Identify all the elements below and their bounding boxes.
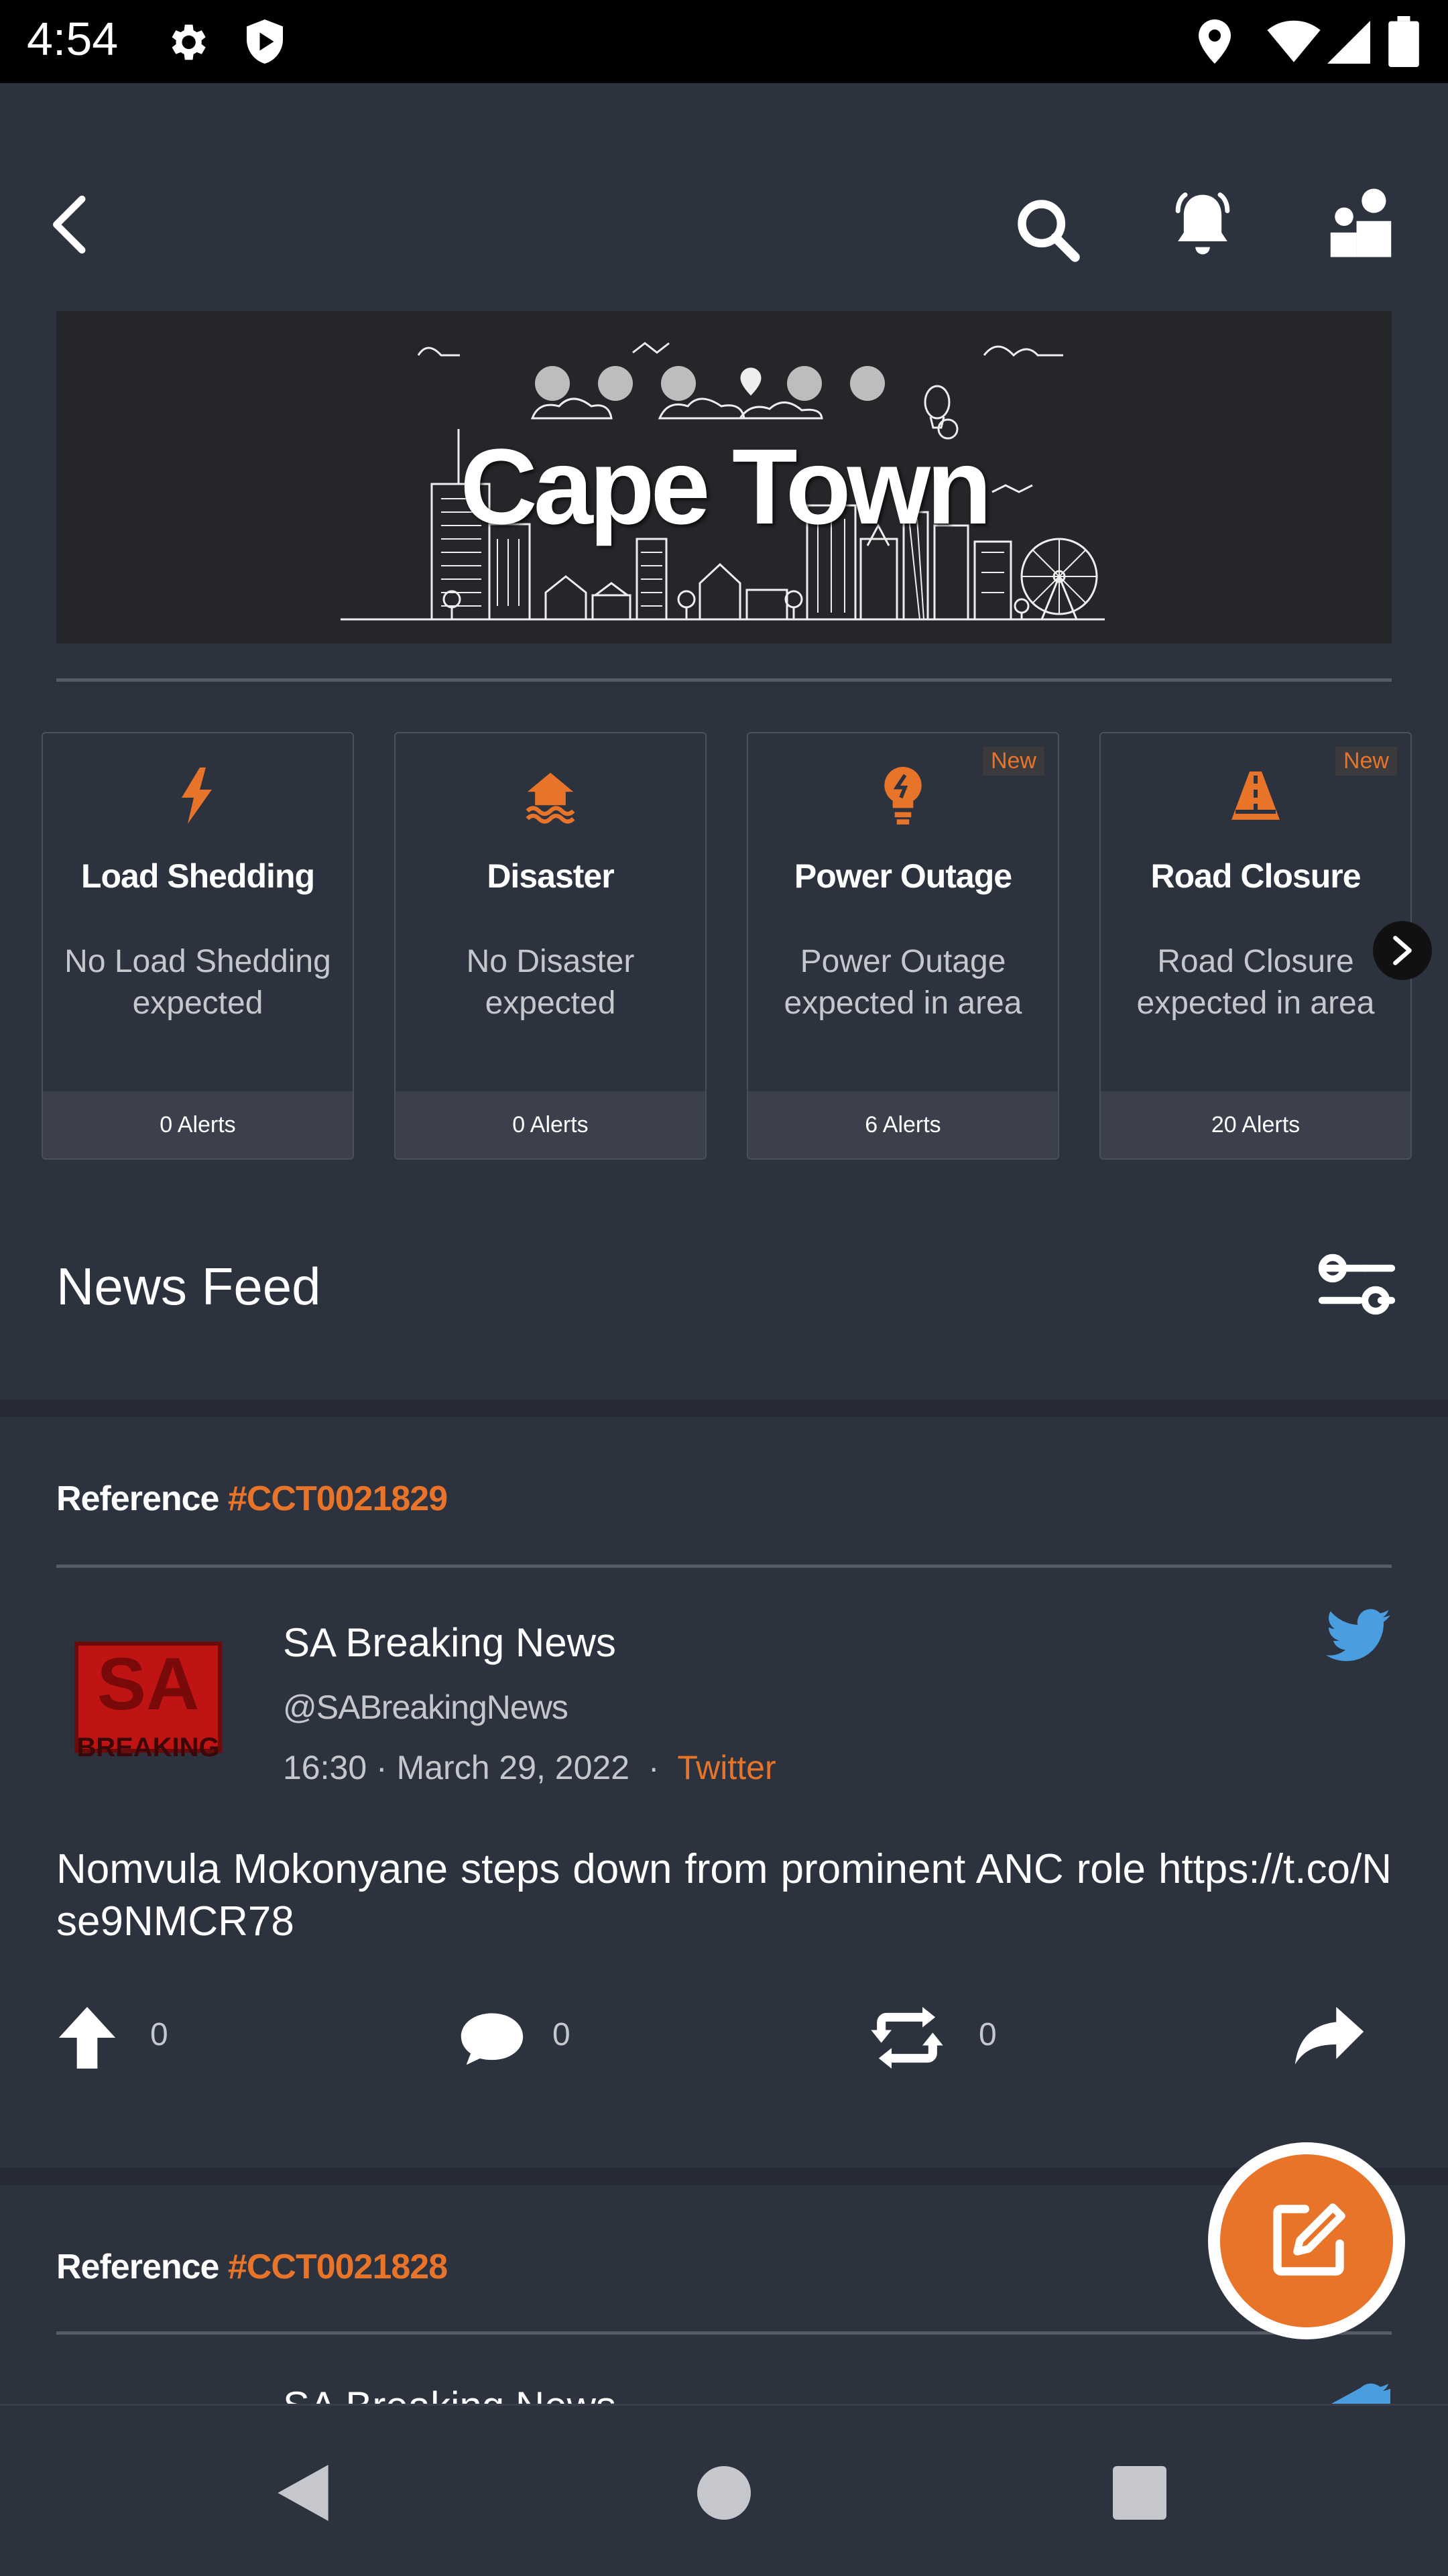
meta-dot: · <box>376 1749 387 1786</box>
chevron-right-icon <box>1393 936 1412 965</box>
comment-icon <box>461 2013 524 2065</box>
post-time: 16:30 <box>283 1749 367 1786</box>
post-author-clip: SA Breaking News <box>283 2386 616 2404</box>
comment-count: 0 <box>552 2017 570 2052</box>
card-description: No Load Shedding expected <box>64 944 331 1021</box>
status-bar: 4:54 <box>0 0 1448 83</box>
post-meta: 16:30 · March 29, 2022 · Twitter <box>283 1748 776 1787</box>
post-text: Nomvula Mokonyane steps down from promin… <box>56 1846 1392 1945</box>
shield-play-icon <box>247 19 283 64</box>
card-title: Road Closure <box>1150 857 1361 895</box>
search-icon[interactable] <box>1014 196 1081 263</box>
retweet-count: 0 <box>979 2017 997 2052</box>
filter-settings-icon[interactable] <box>1317 1251 1397 1318</box>
card-alert-count: 20 Alerts <box>1101 1091 1410 1158</box>
share-icon[interactable] <box>1291 2007 1365 2067</box>
back-icon[interactable] <box>47 194 94 255</box>
author-avatar[interactable]: SA BREAKING <box>72 1636 227 1790</box>
post-reference: Reference #CCT0021828 <box>56 2247 448 2287</box>
twitter-icon[interactable] <box>1326 2382 1390 2404</box>
cards-next-button[interactable] <box>1373 921 1432 980</box>
nav-recents-icon[interactable] <box>1113 2466 1166 2520</box>
post-author[interactable]: SA Breaking News <box>283 1619 616 1666</box>
reference-id[interactable]: #CCT0021828 <box>228 2248 448 2286</box>
post-handle[interactable]: @SABreakingNews <box>283 1688 568 1727</box>
svg-text:BREAKING: BREAKING <box>76 1733 219 1762</box>
reference-label: Reference <box>56 1479 219 1518</box>
news-feed-title: News Feed <box>56 1257 321 1316</box>
lightning-icon <box>43 767 353 827</box>
community-icon[interactable] <box>1326 186 1396 261</box>
svg-text:SA: SA <box>97 1643 200 1725</box>
retweet-button[interactable]: 0 <box>865 2004 1079 2071</box>
alert-card-disaster[interactable]: Disaster No Disaster expected 0 Alerts <box>394 732 707 1160</box>
card-description: No Disaster expected <box>466 944 635 1021</box>
divider <box>56 678 1392 682</box>
city-banner: Cape Town <box>56 311 1392 643</box>
location-icon <box>1199 19 1231 64</box>
compose-post-button[interactable] <box>1208 2142 1405 2339</box>
city-title: Cape Town <box>460 426 991 546</box>
card-title: Disaster <box>487 857 614 895</box>
reference-id[interactable]: #CCT0021829 <box>228 1479 448 1518</box>
settings-icon <box>172 24 206 60</box>
alert-card-power-outage[interactable]: New Power Outage Power Outage expected i… <box>747 732 1059 1160</box>
nav-back-icon[interactable] <box>275 2462 331 2524</box>
reference-label: Reference <box>56 2248 219 2286</box>
post-source[interactable]: Twitter <box>677 1749 776 1786</box>
alert-card-load-shedding[interactable]: Load Shedding No Load Shedding expected … <box>42 732 354 1160</box>
card-title: Load Shedding <box>80 857 315 895</box>
alert-card-road-closure[interactable]: New Road Closure Road Closure expected i… <box>1099 732 1412 1160</box>
section-separator <box>0 1400 1448 1417</box>
retweet-icon <box>871 2007 943 2069</box>
flood-house-icon <box>396 767 705 827</box>
nav-home-icon[interactable] <box>697 2466 751 2520</box>
post-author[interactable]: SA Breaking News <box>283 2386 616 2404</box>
post-reference: Reference #CCT0021829 <box>56 1479 448 1519</box>
post-date: March 29, 2022 <box>396 1749 630 1786</box>
meta-dot: · <box>638 1749 669 1786</box>
signal-icon <box>1327 21 1370 64</box>
twitter-icon[interactable] <box>1326 1609 1390 1662</box>
upvote-button[interactable]: 0 <box>56 2004 257 2071</box>
divider <box>56 1565 1392 1568</box>
card-description: Power Outage expected in area <box>784 944 1022 1021</box>
card-alert-count: 0 Alerts <box>396 1091 705 1158</box>
card-description: Road Closure expected in area <box>1136 944 1375 1021</box>
system-nav-bar <box>0 2404 1448 2576</box>
comment-button[interactable]: 0 <box>459 2004 660 2071</box>
alarm-bell-icon[interactable] <box>1168 185 1238 263</box>
road-closure-icon <box>1101 767 1410 827</box>
wifi-icon <box>1267 20 1321 62</box>
card-title: Power Outage <box>794 857 1012 895</box>
card-alert-count: 0 Alerts <box>43 1091 353 1158</box>
upvote-count: 0 <box>150 2017 168 2052</box>
fab-circle <box>1220 2154 1393 2327</box>
card-alert-count: 6 Alerts <box>748 1091 1058 1158</box>
bulb-icon <box>748 766 1058 827</box>
divider <box>56 2331 1392 2335</box>
battery-icon <box>1388 16 1419 67</box>
edit-icon <box>1273 2203 1345 2276</box>
status-time: 4:54 <box>27 13 119 65</box>
arrow-up-icon <box>58 2007 116 2069</box>
